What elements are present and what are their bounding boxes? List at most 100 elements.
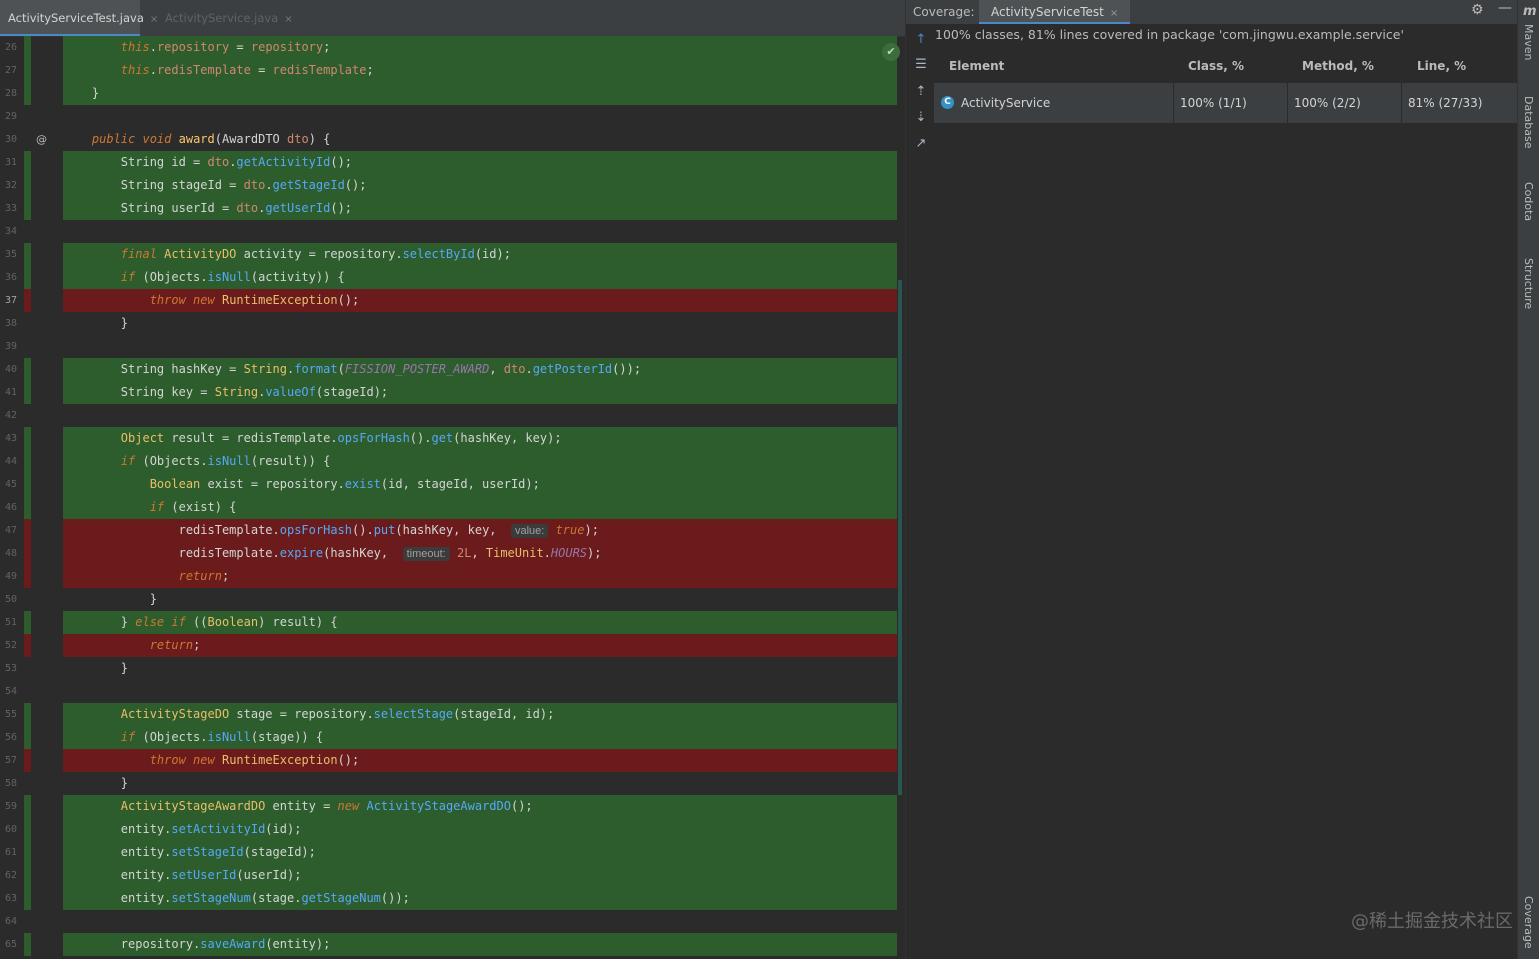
code-line[interactable]: 36 if (Objects.isNull(activity)) { <box>0 266 905 289</box>
code-text[interactable]: if (Objects.isNull(activity)) { <box>63 266 345 289</box>
coverage-gutter-marker[interactable] <box>24 473 31 496</box>
coverage-gutter-marker[interactable] <box>24 657 31 680</box>
code-line[interactable]: 42 <box>0 404 905 427</box>
code-text[interactable]: final ActivityDO activity = repository.s… <box>63 243 511 266</box>
coverage-gutter-marker[interactable] <box>24 542 31 565</box>
code-text[interactable]: repository.saveAward(entity); <box>63 933 331 956</box>
code-line[interactable]: 46 if (exist) { <box>0 496 905 519</box>
flatten-packages-icon[interactable]: ☰ <box>913 57 929 73</box>
close-icon[interactable]: × <box>1110 8 1118 19</box>
code-text[interactable]: entity.setUserId(userId); <box>63 864 302 887</box>
code-line[interactable]: 63 entity.setStageNum(stage.getStageNum(… <box>0 887 905 910</box>
navigate-up-icon[interactable]: ↑ <box>913 32 929 48</box>
code-line[interactable]: 27 this.redisTemplate = redisTemplate; <box>0 59 905 82</box>
code-text[interactable]: String hashKey = String.format(FISSION_P… <box>63 358 641 381</box>
code-line[interactable]: 49 return; <box>0 565 905 588</box>
code-text[interactable]: } <box>63 312 128 335</box>
code-text[interactable]: if (Objects.isNull(stage)) { <box>63 726 323 749</box>
coverage-gutter-marker[interactable] <box>24 82 31 105</box>
import-report-icon[interactable]: ⇣ <box>913 110 929 126</box>
coverage-gutter-marker[interactable] <box>24 289 31 312</box>
code-line[interactable]: 40 String hashKey = String.format(FISSIO… <box>0 358 905 381</box>
code-editor[interactable]: ActivityServiceTest.java × ActivityServic… <box>0 0 905 959</box>
code-line[interactable]: 53 } <box>0 657 905 680</box>
export-icon[interactable]: ↗ <box>913 136 929 152</box>
coverage-gutter-marker[interactable] <box>24 312 31 335</box>
code-text[interactable]: ActivityStageAwardDO entity = new Activi… <box>63 795 533 818</box>
generate-report-icon[interactable]: ⇡ <box>913 84 929 100</box>
coverage-gutter-marker[interactable] <box>24 358 31 381</box>
code-area[interactable]: 26 this.repository = repository; 27 this.… <box>0 36 905 959</box>
code-text[interactable]: this.repository = repository; <box>63 36 331 59</box>
code-text[interactable]: String stageId = dto.getStageId(); <box>63 174 367 197</box>
gear-icon[interactable]: ⚙ <box>1471 2 1484 18</box>
code-text[interactable]: String key = String.valueOf(stageId); <box>63 381 388 404</box>
coverage-gutter-marker[interactable] <box>24 174 31 197</box>
code-text[interactable]: if (Objects.isNull(result)) { <box>63 450 331 473</box>
code-text[interactable]: ActivityStageDO stage = repository.selec… <box>63 703 555 726</box>
code-line[interactable]: 41 String key = String.valueOf(stageId); <box>0 381 905 404</box>
code-line[interactable]: 54 <box>0 680 905 703</box>
code-line[interactable]: 48 redisTemplate.expire(hashKey, timeout… <box>0 542 905 565</box>
coverage-gutter-marker[interactable] <box>24 59 31 82</box>
coverage-gutter-marker[interactable] <box>24 910 31 933</box>
code-text[interactable]: } <box>63 588 157 611</box>
code-line[interactable]: 31 String id = dto.getActivityId(); <box>0 151 905 174</box>
coverage-gutter-marker[interactable] <box>24 933 31 956</box>
code-text[interactable]: } else if ((Boolean) result) { <box>63 611 338 634</box>
code-text[interactable]: throw new RuntimeException(); <box>63 749 360 772</box>
coverage-gutter-marker[interactable] <box>24 128 31 151</box>
coverage-gutter-marker[interactable] <box>24 243 31 266</box>
coverage-gutter-marker[interactable] <box>24 151 31 174</box>
coverage-gutter-marker[interactable] <box>24 634 31 657</box>
code-text[interactable]: entity.setStageNum(stage.getStageNum()); <box>63 887 410 910</box>
coverage-gutter-marker[interactable] <box>24 680 31 703</box>
side-tab-structure[interactable]: Structure <box>1522 258 1535 309</box>
code-text[interactable]: } <box>63 82 99 105</box>
coverage-gutter-marker[interactable] <box>24 795 31 818</box>
side-tab-database[interactable]: Database <box>1522 96 1535 149</box>
code-line[interactable]: 62 entity.setUserId(userId); <box>0 864 905 887</box>
side-tab-coverage[interactable]: Coverage <box>1522 896 1535 949</box>
coverage-gutter-marker[interactable] <box>24 266 31 289</box>
code-line[interactable]: 61 entity.setStageId(stageId); <box>0 841 905 864</box>
coverage-gutter-marker[interactable] <box>24 772 31 795</box>
code-line[interactable]: 30 @ public void award(AwardDTO dto) { <box>0 128 905 151</box>
minimize-icon[interactable]: — <box>1498 0 1512 16</box>
coverage-gutter-marker[interactable] <box>24 818 31 841</box>
code-text[interactable]: this.redisTemplate = redisTemplate; <box>63 59 374 82</box>
coverage-gutter-marker[interactable] <box>24 36 31 59</box>
code-line[interactable]: 44 if (Objects.isNull(result)) { <box>0 450 905 473</box>
coverage-gutter-marker[interactable] <box>24 496 31 519</box>
coverage-gutter-marker[interactable] <box>24 726 31 749</box>
code-line[interactable]: 57 throw new RuntimeException(); <box>0 749 905 772</box>
coverage-gutter-marker[interactable] <box>24 841 31 864</box>
code-line[interactable]: 43 Object result = redisTemplate.opsForH… <box>0 427 905 450</box>
code-text[interactable]: if (exist) { <box>63 496 237 519</box>
code-line[interactable]: 26 this.repository = repository; <box>0 36 905 59</box>
code-text[interactable]: redisTemplate.opsForHash().put(hashKey, … <box>63 519 599 542</box>
coverage-gutter-marker[interactable] <box>24 703 31 726</box>
code-line[interactable]: 59 ActivityStageAwardDO entity = new Act… <box>0 795 905 818</box>
column-header-class[interactable]: Class, % <box>1188 52 1244 80</box>
coverage-gutter-marker[interactable] <box>24 335 31 358</box>
code-line[interactable]: 58 } <box>0 772 905 795</box>
code-line[interactable]: 50 } <box>0 588 905 611</box>
code-text[interactable]: } <box>63 772 128 795</box>
code-line[interactable]: 38 } <box>0 312 905 335</box>
code-text[interactable]: entity.setActivityId(id); <box>63 818 302 841</box>
code-line[interactable]: 55 ActivityStageDO stage = repository.se… <box>0 703 905 726</box>
code-text[interactable]: } <box>63 657 128 680</box>
code-text[interactable]: throw new RuntimeException(); <box>63 289 360 312</box>
code-text[interactable]: Boolean exist = repository.exist(id, sta… <box>63 473 540 496</box>
code-line[interactable]: 39 <box>0 335 905 358</box>
coverage-gutter-marker[interactable] <box>24 519 31 542</box>
code-text[interactable]: redisTemplate.expire(hashKey, timeout: 2… <box>63 542 601 565</box>
code-text[interactable]: public void award(AwardDTO dto) { <box>63 128 330 151</box>
coverage-gutter-marker[interactable] <box>24 864 31 887</box>
coverage-gutter-marker[interactable] <box>24 404 31 427</box>
code-text[interactable]: return; <box>63 565 230 588</box>
tab-coverage-run[interactable]: ActivityServiceTest × <box>979 0 1131 24</box>
code-text[interactable]: String userId = dto.getUserId(); <box>63 197 352 220</box>
code-line[interactable]: 56 if (Objects.isNull(stage)) { <box>0 726 905 749</box>
